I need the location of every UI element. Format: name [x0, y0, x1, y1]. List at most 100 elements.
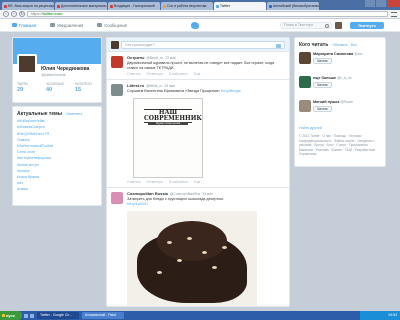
browser-tab[interactable]: Английский (Великобритания): [267, 2, 319, 10]
find-friends-link[interactable]: Найти друзей: [299, 126, 381, 130]
reload-icon[interactable]: ↻: [19, 11, 25, 17]
tweet-time[interactable]: 23 мин: [165, 56, 176, 60]
profile-name[interactable]: Юлия Черединкова: [41, 66, 89, 72]
nav-messages[interactable]: Сообщения: [97, 23, 127, 28]
who-name-line[interactable]: еще больше @k_m_ok: [313, 76, 381, 80]
profile-stats: Твиты 29 Читаемые 40 Читатели 15: [17, 82, 101, 93]
stat-followers[interactable]: Читатели 15: [75, 82, 101, 93]
tweet-link[interactable]: bit.ly/1ptd3O: [127, 202, 285, 207]
tweet-button[interactable]: Твитнуть: [350, 22, 384, 29]
tweet-author-handle[interactable]: @Bewit_ru: [146, 56, 163, 60]
profile-handle[interactable]: @juliancheredk: [41, 73, 66, 77]
who-handle: @Ruxan: [340, 100, 353, 104]
nut-shape: [157, 270, 162, 274]
nav-notifications[interactable]: Уведомления: [50, 23, 83, 28]
trend-item[interactable]: #сама: [17, 187, 97, 191]
trend-item[interactable]: Сеня осен: [17, 150, 97, 154]
tweet[interactable]: Litfest.ru @litfest_ru 33 мин Слушаем Вале…: [107, 80, 289, 188]
taskbar-item[interactable]: Twitter - Google Ch...: [37, 312, 79, 319]
favorite-button[interactable]: В избранное: [169, 72, 188, 76]
favorite-button[interactable]: В избранное: [169, 180, 188, 184]
camera-icon[interactable]: [276, 43, 281, 48]
twitter-top-nav: Главная Уведомления Сообщения Поиск в Тв…: [0, 19, 400, 32]
avatar[interactable]: [299, 52, 311, 64]
back-arrow-icon[interactable]: ‹: [3, 11, 9, 17]
search-input[interactable]: Поиск в Твиттере: [280, 22, 332, 29]
tweet-link[interactable]: bit.ly/litregar: [221, 89, 241, 93]
search-icon[interactable]: [325, 24, 329, 28]
tweet-time[interactable]: 33 мин: [164, 84, 175, 88]
taskbar-item[interactable]: Безымянный - Paint: [82, 312, 124, 319]
tweet[interactable]: Cosmopolitan Russia @CosmopolitanRus 33 ми…: [107, 188, 289, 306]
avatar[interactable]: [299, 76, 311, 88]
tweet-text: Слушаем Валентина Ефимовича «Звезда Прощ…: [127, 89, 285, 94]
tweet-author-name[interactable]: Litfest.ru: [127, 83, 144, 88]
twitter-bird-icon[interactable]: [191, 22, 199, 29]
trend-item[interactable]: Ломать: [17, 138, 97, 142]
trends-title-text: Актуальные темы: [17, 111, 63, 117]
compose-input[interactable]: Что происходит?: [121, 41, 285, 49]
trend-item[interactable]: #интернетвфоризм: [17, 156, 97, 160]
tweet-author-handle[interactable]: @litfest_ru: [146, 84, 162, 88]
nav-home[interactable]: Главная: [12, 23, 36, 28]
tweet-time[interactable]: 33 мин: [202, 192, 213, 196]
tweet-image-book-cover[interactable]: НАШ СОВРЕМЕННИК Журнал писательский: [133, 97, 203, 178]
avatar[interactable]: [335, 22, 342, 29]
tweet-author-name[interactable]: Остроты: [127, 55, 144, 60]
stat-label: Читаемые: [46, 82, 65, 86]
who-name-line[interactable]: Маргарита Симонова @sim: [313, 52, 381, 56]
stat-tweets[interactable]: Твиты 29: [17, 82, 43, 93]
browser-menu-icon[interactable]: [391, 11, 397, 17]
quicklaunch-icon[interactable]: [30, 313, 34, 318]
trend-item[interactable]: #dx: [17, 181, 97, 185]
retweet-button[interactable]: Ретвитнуть: [147, 180, 164, 184]
avatar: [111, 41, 119, 49]
start-button[interactable]: пуск: [0, 311, 22, 320]
who-name-line[interactable]: Мягкий пушок @Ruxan: [313, 100, 381, 104]
follow-button[interactable]: Читать: [313, 106, 332, 112]
trend-item[interactable]: #ееме вступ: [17, 163, 97, 167]
browser-tab-active[interactable]: Twitter: [214, 2, 266, 10]
system-tray-clock[interactable]: 19:53: [360, 311, 400, 320]
tweet-author-name[interactable]: Cosmopolitan Russia: [127, 191, 168, 196]
tweet-avatar[interactable]: [111, 191, 123, 204]
url-input[interactable]: https://twitter.com: [27, 11, 388, 17]
profile-avatar[interactable]: [17, 54, 37, 74]
forward-arrow-icon[interactable]: ›: [11, 11, 17, 17]
stat-value: 15: [75, 87, 82, 93]
retweet-button[interactable]: Ретвитнуть: [147, 72, 164, 76]
tweet-avatar[interactable]: [111, 84, 123, 97]
trends-change-link[interactable]: · Изменить: [64, 112, 82, 116]
nav-home-label: Главная: [19, 22, 37, 28]
tweet-avatar[interactable]: [111, 56, 123, 68]
trend-item[interactable]: #кака брама: [17, 175, 97, 179]
trend-item[interactable]: #ЗаНеитимыйТыЛив: [17, 144, 97, 148]
reply-button[interactable]: Ответить: [127, 180, 141, 184]
tweet-image-chocolate[interactable]: [127, 210, 257, 306]
browser-tab[interactable]: Дополнительные материалы: [55, 2, 107, 10]
browser-tab[interactable]: Входящие - Гаспаринский: [108, 2, 160, 10]
tweet[interactable]: Остроты @Bewit_ru 23 мин Двухмесячный жура…: [107, 52, 289, 81]
avatar[interactable]: [299, 100, 311, 112]
close-icon[interactable]: [387, 0, 400, 7]
maximize-icon[interactable]: [376, 0, 386, 7]
stat-following[interactable]: Читаемые 40: [46, 82, 72, 93]
reply-button[interactable]: Ответить: [127, 72, 141, 76]
trend-item[interactable]: #NeQNtМеНегоТЯ: [17, 132, 97, 136]
follow-button[interactable]: Читать: [313, 58, 332, 64]
minimize-icon[interactable]: [365, 0, 375, 7]
who-to-follow-links[interactable]: · Обновить · Все: [330, 43, 356, 47]
profile-card: Юлия Черединкова @juliancheredk Твиты 29…: [12, 37, 102, 103]
more-button[interactable]: Ещё: [194, 72, 201, 76]
footer-links[interactable]: © 2014 Twitter · О нас · Помощь · Услови…: [299, 134, 381, 157]
browser-tab[interactable]: Сон и работа творчества: [161, 2, 213, 10]
quicklaunch-icon[interactable]: [24, 313, 28, 318]
trend-item[interactable]: #КоВпромНейм: [17, 119, 97, 123]
browser-tab[interactable]: RE: Ваш запрос на рецензирование: [2, 2, 54, 10]
more-button[interactable]: Ещё: [194, 180, 201, 184]
tweet-author-handle[interactable]: @CosmopolitanRus: [170, 192, 200, 196]
trend-item[interactable]: #пожок: [17, 169, 97, 173]
envelope-icon: [97, 23, 103, 27]
trend-item[interactable]: #ЖивемСмерти: [17, 125, 97, 129]
follow-button[interactable]: Читать: [313, 82, 332, 88]
